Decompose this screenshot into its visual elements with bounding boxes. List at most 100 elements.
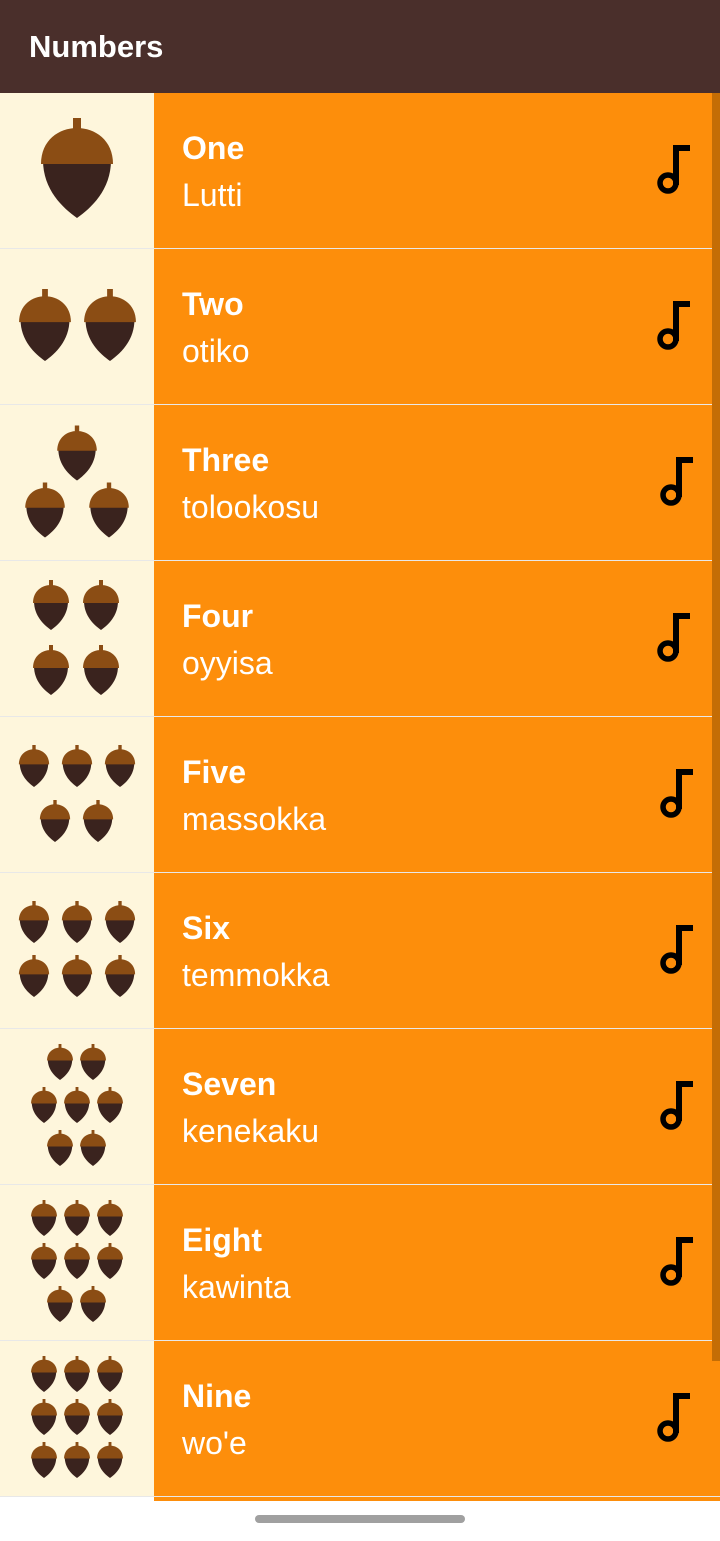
list-item[interactable]: One Lutti [0, 93, 720, 249]
acorn-icon [47, 1286, 73, 1322]
acorn-icon [31, 1356, 57, 1392]
translated-word: oyyisa [182, 645, 273, 681]
english-word: Nine [182, 1378, 252, 1414]
acorn-count-image [0, 561, 154, 716]
music-note-icon[interactable] [659, 924, 699, 976]
music-note-icon[interactable] [659, 1236, 699, 1288]
gesture-nav-handle[interactable] [255, 1515, 465, 1523]
acorn-icon [31, 1087, 57, 1123]
music-note-icon[interactable] [656, 612, 696, 664]
word-text-panel[interactable]: Three tolookosu [154, 405, 720, 560]
acorn-icon [18, 955, 50, 997]
list-item[interactable]: Two otiko [0, 249, 720, 405]
acorn-icon [18, 901, 50, 943]
acorn-icon [25, 482, 65, 538]
acorn-count-image [0, 249, 154, 404]
english-word: One [182, 130, 245, 166]
acorn-icon [19, 289, 71, 361]
acorn-icon [61, 901, 93, 943]
acorn-icon [47, 1044, 73, 1080]
acorn-icon [104, 901, 136, 943]
list-item[interactable]: Four oyyisa [0, 561, 720, 717]
acorn-icon [39, 800, 71, 842]
english-word: Seven [182, 1066, 277, 1102]
list-item[interactable]: Six temmokka [0, 873, 720, 1029]
acorn-icon [64, 1087, 90, 1123]
word-text-panel[interactable]: Four oyyisa [154, 561, 720, 716]
translated-word: temmokka [182, 957, 330, 993]
translated-word: wo'e [182, 1425, 247, 1461]
acorn-icon [31, 1399, 57, 1435]
acorn-icon [61, 745, 93, 787]
acorn-icon [47, 1130, 73, 1166]
english-word: Three [182, 442, 270, 478]
acorn-icon [104, 745, 136, 787]
list-item[interactable]: Eight kawinta [0, 1185, 720, 1341]
app-bar: Numbers [0, 0, 720, 93]
music-note-icon[interactable] [656, 1392, 696, 1444]
acorn-icon [61, 955, 93, 997]
acorn-icon [64, 1442, 90, 1478]
word-text-panel[interactable]: Six temmokka [154, 873, 720, 1028]
next-list-item-edge [154, 1497, 720, 1501]
acorn-icon [97, 1399, 123, 1435]
acorn-icon [31, 1442, 57, 1478]
acorn-icon [84, 289, 136, 361]
acorn-icon [83, 645, 119, 695]
acorn-icon [33, 580, 69, 630]
acorn-icon [82, 800, 114, 842]
translated-word: otiko [182, 333, 250, 369]
scrollbar[interactable] [712, 93, 720, 1361]
translated-word: tolookosu [182, 489, 319, 525]
acorn-icon [64, 1356, 90, 1392]
word-text-panel[interactable]: One Lutti [154, 93, 720, 248]
acorn-icon [104, 955, 136, 997]
list-item[interactable]: Three tolookosu [0, 405, 720, 561]
page-title: Numbers [29, 28, 164, 64]
english-word: Eight [182, 1222, 262, 1258]
acorn-icon [97, 1356, 123, 1392]
acorn-icon [89, 482, 129, 538]
acorn-icon [41, 118, 113, 218]
acorn-icon [97, 1087, 123, 1123]
word-text-panel[interactable]: Nine wo'e [154, 1341, 720, 1496]
acorn-count-image [0, 1341, 154, 1496]
acorn-count-image [0, 1185, 154, 1340]
acorn-icon [80, 1286, 106, 1322]
acorn-icon [57, 425, 97, 481]
acorn-count-image [0, 1029, 154, 1184]
translated-word: Lutti [182, 177, 243, 213]
number-list[interactable]: One Lutti Two otiko Three tolookosu Four oyyisa… [0, 93, 720, 1497]
word-text-panel[interactable]: Two otiko [154, 249, 720, 404]
translated-word: kenekaku [182, 1113, 319, 1149]
music-note-icon[interactable] [659, 768, 699, 820]
english-word: Four [182, 598, 254, 634]
acorn-count-image [0, 873, 154, 1028]
acorn-icon [64, 1399, 90, 1435]
music-note-icon[interactable] [659, 1080, 699, 1132]
translated-word: massokka [182, 801, 327, 837]
acorn-icon [97, 1200, 123, 1236]
acorn-count-image [0, 405, 154, 560]
music-note-icon[interactable] [659, 456, 699, 508]
acorn-icon [83, 580, 119, 630]
acorn-count-image [0, 717, 154, 872]
acorn-icon [64, 1243, 90, 1279]
word-text-panel[interactable]: Eight kawinta [154, 1185, 720, 1340]
list-item[interactable]: Seven kenekaku [0, 1029, 720, 1185]
acorn-icon [97, 1243, 123, 1279]
english-word: Two [182, 286, 244, 322]
acorn-icon [18, 745, 50, 787]
english-word: Six [182, 910, 231, 946]
translated-word: kawinta [182, 1269, 291, 1305]
music-note-icon[interactable] [656, 300, 696, 352]
music-note-icon[interactable] [656, 144, 696, 196]
acorn-icon [64, 1200, 90, 1236]
english-word: Five [182, 754, 247, 790]
list-item[interactable]: Five massokka [0, 717, 720, 873]
acorn-icon [31, 1200, 57, 1236]
word-text-panel[interactable]: Five massokka [154, 717, 720, 872]
list-item[interactable]: Nine wo'e [0, 1341, 720, 1497]
word-text-panel[interactable]: Seven kenekaku [154, 1029, 720, 1184]
acorn-icon [97, 1442, 123, 1478]
